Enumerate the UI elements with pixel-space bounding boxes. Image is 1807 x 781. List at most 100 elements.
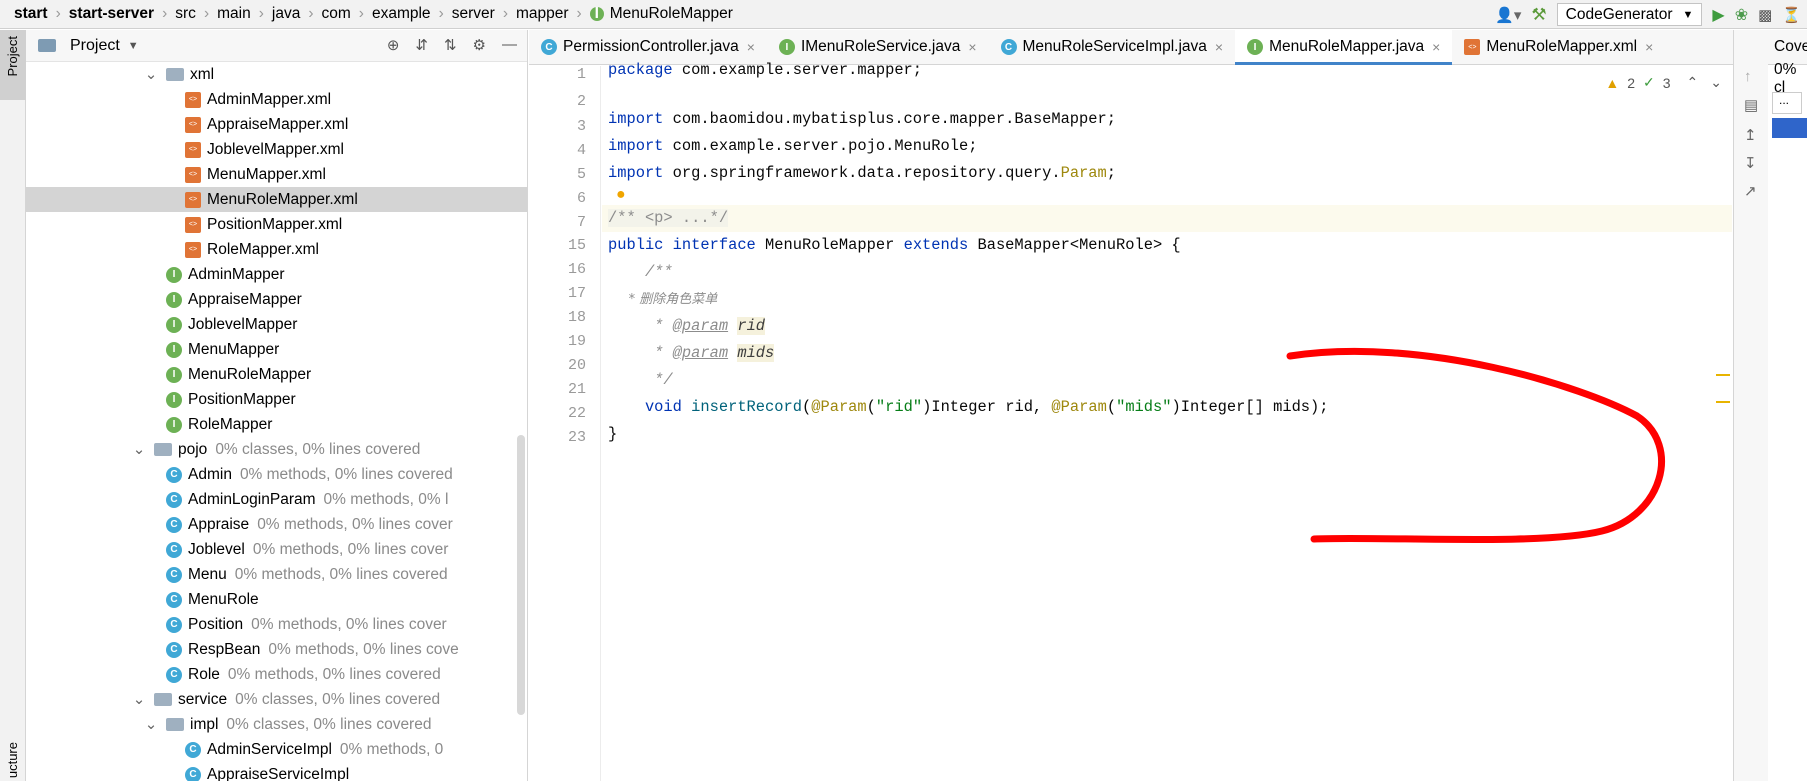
user-icon[interactable]: 👤▾	[1495, 6, 1521, 24]
tree-item[interactable]: <> AppraiseMapper.xml	[26, 112, 527, 137]
breadcrumb-item[interactable]: MenuRoleMapper	[610, 5, 733, 23]
coverage-text: 0% methods, 0% l	[323, 490, 449, 508]
code-line-7[interactable]: /** <p> ...*/	[608, 205, 729, 232]
breadcrumb-item[interactable]: com	[322, 5, 351, 23]
tree-item[interactable]: C Appraise 0% methods, 0% lines cover	[26, 512, 527, 537]
breadcrumb-item[interactable]: server	[452, 5, 495, 23]
code-line-4: import com.example.server.pojo.MenuRole;	[608, 137, 978, 155]
interface-icon: I	[166, 416, 182, 433]
tree-item[interactable]: C Role 0% methods, 0% lines covered	[26, 662, 527, 687]
breadcrumb-item[interactable]: mapper	[516, 5, 569, 23]
close-icon[interactable]: ×	[747, 39, 755, 55]
breadcrumb-item[interactable]: example	[372, 5, 431, 23]
close-icon[interactable]: ×	[1432, 39, 1440, 55]
coverage-run-icon[interactable]: ▩	[1758, 6, 1772, 24]
tree-item[interactable]: ⌄ service 0% classes, 0% lines covered	[26, 687, 527, 712]
tree-scrollbar[interactable]	[517, 435, 525, 715]
debug-icon[interactable]: ❀	[1735, 5, 1748, 25]
chevron-down-icon[interactable]: ⌄	[1710, 74, 1722, 91]
tree-item[interactable]: ⌄ pojo 0% classes, 0% lines covered	[26, 437, 527, 462]
tree-item[interactable]: C RespBean 0% methods, 0% lines cove	[26, 637, 527, 662]
tree-item[interactable]: C AdminServiceImpl 0% methods, 0	[26, 737, 527, 762]
tree-item[interactable]: I JoblevelMapper	[26, 312, 527, 337]
tree-item[interactable]: C Admin 0% methods, 0% lines covered	[26, 462, 527, 487]
code-editor[interactable]: ▲ 2 ✓ 3 ⌃ ⌄ package com.example.server.m…	[602, 61, 1732, 781]
editor-tab[interactable]: C MenuRoleServiceImpl.java ×	[989, 30, 1236, 64]
tree-item[interactable]: I MenuRoleMapper	[26, 362, 527, 387]
interface-icon: I	[166, 366, 182, 383]
locate-icon[interactable]: ⊕	[387, 36, 400, 54]
open-external-icon[interactable]: ↗	[1744, 182, 1757, 200]
tree-item[interactable]: <> MenuRoleMapper.xml	[26, 187, 527, 212]
tree-item[interactable]: I PositionMapper	[26, 387, 527, 412]
coverage-text: 0% methods, 0% lines covered	[227, 665, 441, 683]
chevron-up-icon[interactable]: ⌃	[1687, 74, 1699, 91]
close-icon[interactable]: ×	[1215, 39, 1223, 55]
editor-tab[interactable]: I MenuRoleMapper.java ×	[1235, 30, 1453, 65]
tree-item-label: MenuRoleMapper	[188, 365, 312, 383]
tree-item[interactable]: C Joblevel 0% methods, 0% lines cover	[26, 537, 527, 562]
breadcrumb-item[interactable]: src	[175, 5, 196, 23]
project-panel-title[interactable]: Project	[70, 37, 120, 55]
editor-tab[interactable]: <> MenuRoleMapper.xml ×	[1452, 30, 1665, 64]
close-icon[interactable]: ×	[968, 39, 976, 55]
profile-icon[interactable]: ⏳	[1782, 6, 1801, 24]
tree-item[interactable]: C AppraiseServiceImpl	[26, 762, 527, 781]
tree-item[interactable]: <> AdminMapper.xml	[26, 87, 527, 112]
collapse-all-icon[interactable]: ⇅	[444, 36, 457, 54]
tree-item[interactable]: <> PositionMapper.xml	[26, 212, 527, 237]
run-config-select[interactable]: CodeGenerator ▼	[1556, 3, 1703, 26]
structure-tool-label[interactable]: ucture	[5, 742, 20, 778]
chevron-right-icon: ›	[203, 5, 210, 22]
tree-item[interactable]: I RoleMapper	[26, 412, 527, 437]
coverage-selected-row[interactable]	[1772, 118, 1807, 138]
close-icon[interactable]: ×	[1645, 39, 1653, 55]
tree-item[interactable]: ⌄ impl 0% classes, 0% lines covered	[26, 712, 527, 737]
tree-item[interactable]: C Position 0% methods, 0% lines cover	[26, 612, 527, 637]
import-icon[interactable]: ↧	[1744, 154, 1757, 172]
tree-item-label: AdminLoginParam	[188, 490, 316, 508]
code-line-5: import org.springframework.data.reposito…	[608, 164, 1117, 182]
tree-item[interactable]: <> JoblevelMapper.xml	[26, 137, 527, 162]
tree-item[interactable]: <> MenuMapper.xml	[26, 162, 527, 187]
breadcrumb-item[interactable]: start-server	[69, 5, 154, 23]
chevron-down-icon[interactable]: ⌄	[132, 442, 146, 457]
build-hammer-icon[interactable]: ⚒	[1531, 5, 1546, 25]
tree-item-label: AdminMapper.xml	[207, 90, 332, 108]
expand-all-icon[interactable]: ⇵	[415, 36, 428, 54]
chevron-down-icon[interactable]: ⌄	[144, 717, 158, 732]
gear-icon[interactable]: ⚙	[473, 36, 486, 54]
project-folder-icon	[38, 39, 56, 52]
chevron-down-icon[interactable]: ⌄	[132, 692, 146, 707]
breadcrumb-item[interactable]: start	[14, 5, 48, 23]
tree-item[interactable]: C MenuRole	[26, 587, 527, 612]
warning-stripe-marker[interactable]	[1716, 401, 1730, 403]
breadcrumb-item[interactable]: java	[272, 5, 300, 23]
export-icon[interactable]: ↥	[1744, 126, 1757, 144]
minimize-icon[interactable]: —	[502, 36, 517, 54]
arrow-up-icon[interactable]: ↑	[1744, 68, 1752, 85]
inspection-widget[interactable]: ▲ 2 ✓ 3 ⌃ ⌄	[1605, 74, 1722, 91]
tree-item[interactable]: ⌄ xml	[26, 62, 527, 87]
coverage-text: 0% methods, 0	[339, 740, 444, 758]
tree-view-icon[interactable]: ▤	[1744, 96, 1758, 114]
breadcrumb-item[interactable]: main	[217, 5, 251, 23]
tree-item[interactable]: I AdminMapper	[26, 262, 527, 287]
class-icon: C	[166, 616, 182, 633]
chevron-down-icon[interactable]: ⌄	[144, 67, 158, 82]
chevron-down-icon[interactable]: ▼	[128, 40, 139, 52]
lightbulb-icon[interactable]: ●	[616, 186, 626, 204]
code-line-15: public interface MenuRoleMapper extends …	[608, 236, 1181, 254]
tree-item-label: AppraiseMapper	[188, 290, 302, 308]
warning-stripe-marker[interactable]	[1716, 374, 1730, 376]
tree-item[interactable]: I MenuMapper	[26, 337, 527, 362]
tree-item[interactable]: I AppraiseMapper	[26, 287, 527, 312]
tree-item[interactable]: C Menu 0% methods, 0% lines covered	[26, 562, 527, 587]
code-line-17: * 删除角色菜单	[608, 292, 718, 307]
class-icon: C	[541, 39, 557, 55]
project-tool-button[interactable]: Project	[0, 30, 26, 100]
tree-item-label: xml	[190, 65, 215, 83]
tree-item[interactable]: C AdminLoginParam 0% methods, 0% l	[26, 487, 527, 512]
run-icon[interactable]: ▶	[1712, 5, 1724, 25]
tree-item[interactable]: <> RoleMapper.xml	[26, 237, 527, 262]
